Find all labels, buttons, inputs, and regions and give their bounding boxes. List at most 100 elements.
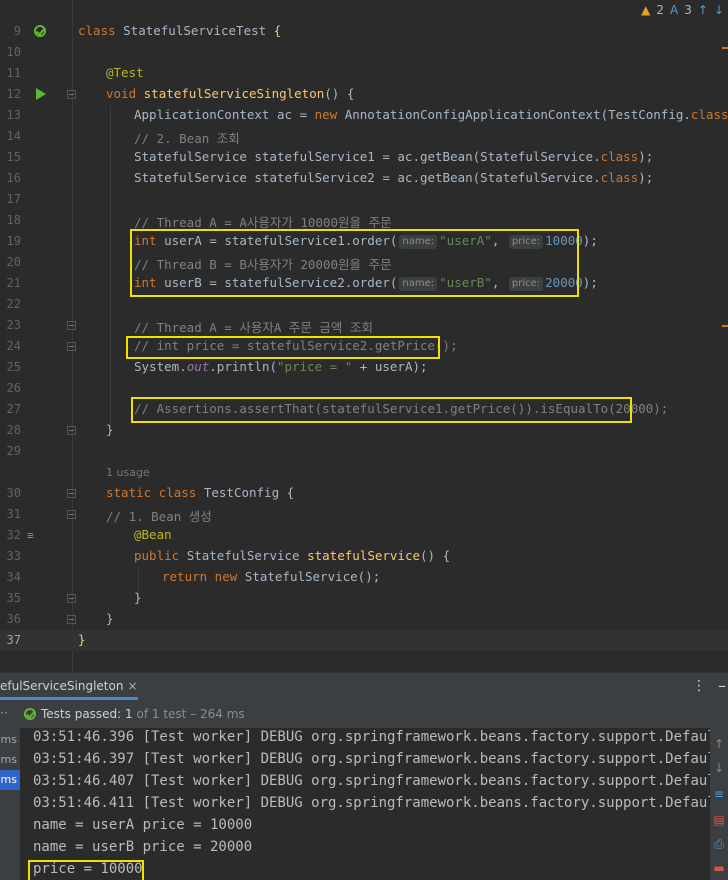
code-token: }	[106, 422, 114, 437]
code-line[interactable]: 33 public StatefulService statefulService…	[0, 546, 728, 567]
fold-icon[interactable]	[67, 594, 76, 603]
bean-gutter-icon[interactable]: ≡	[27, 529, 34, 542]
code-token: statefulServiceSingleton	[143, 86, 325, 101]
print-icon[interactable]: ⎙	[713, 838, 725, 850]
fold-icon[interactable]	[67, 489, 76, 498]
fold-icon[interactable]	[67, 90, 76, 99]
code-line[interactable]: 37}	[0, 630, 728, 651]
code-line[interactable]: 12 void statefulServiceSingleton() {	[0, 84, 728, 105]
test-tree[interactable]: ms ms ms	[0, 728, 20, 880]
code-token: static class	[106, 485, 204, 500]
tree-item-selected[interactable]: ms	[0, 770, 20, 790]
code-line[interactable]: 32 @Bean	[0, 525, 728, 546]
code-token: () {	[420, 548, 451, 563]
code-line[interactable]: 13 ApplicationContext ac = new Annotation…	[0, 105, 728, 126]
warning-icon[interactable]: ▲	[641, 3, 650, 17]
clear-icon[interactable]: ▬	[713, 862, 725, 874]
tree-item[interactable]: ms	[0, 750, 20, 770]
code-line[interactable]: 10	[0, 42, 728, 63]
line-number: 21	[6, 276, 21, 290]
console-output[interactable]: 03:51:46.396 [Test worker] DEBUG org.spr…	[20, 728, 710, 880]
code-token: return new	[162, 569, 245, 584]
more-options-icon[interactable]: ⋮	[692, 678, 706, 694]
code-token: out	[186, 359, 210, 374]
code-line[interactable]: 18 // Thread A = A사용자가 10000원을 주문	[0, 210, 728, 231]
code-line[interactable]: 31 // 1. Bean 생성	[0, 504, 728, 525]
scroll-to-end-icon[interactable]: ▤	[713, 814, 725, 826]
scroll-marker[interactable]	[722, 325, 728, 327]
code-text: StatefulService statefulService1 = ac.ge…	[134, 149, 653, 164]
code-token: // Thread A = 사용자A 주문 금액 조회	[134, 320, 373, 335]
console-line: 03:51:46.411 [Test worker] DEBUG org.spr…	[33, 795, 710, 811]
code-line[interactable]: 14 // 2. Bean 조회	[0, 126, 728, 147]
code-line[interactable]: 22	[0, 294, 728, 315]
run-test-icon[interactable]	[36, 88, 46, 100]
line-number: 26	[6, 381, 21, 395]
scroll-up-icon[interactable]: ↑	[713, 738, 725, 750]
close-icon[interactable]: ×	[127, 679, 137, 693]
code-line[interactable]: 30 static class TestConfig {	[0, 483, 728, 504]
console-line: 03:51:46.396 [Test worker] DEBUG org.spr…	[33, 729, 710, 745]
code-line[interactable]: 36}	[0, 609, 728, 630]
console-line: 03:51:46.397 [Test worker] DEBUG org.spr…	[33, 751, 710, 767]
test-status-bar: ·· Tests passed: 1 of 1 test – 264 ms	[0, 702, 728, 728]
code-text: // Thread A = 사용자A 주문 금액 조회	[134, 317, 373, 336]
tab-run-config[interactable]: efulServiceSingleton ×	[0, 679, 138, 700]
code-line[interactable]: 28}	[0, 420, 728, 441]
code-line[interactable]: 15 StatefulService statefulService1 = ac.…	[0, 147, 728, 168]
code-text: System.out.println("price = " + userA);	[134, 359, 428, 374]
line-number: 19	[6, 234, 21, 248]
code-token: void	[106, 86, 144, 101]
minimize-icon[interactable]: –	[718, 676, 726, 695]
tree-item[interactable]: ms	[0, 730, 20, 750]
status-prefix: Tests passed:	[41, 707, 126, 721]
line-number: 32	[6, 528, 21, 542]
line-number: 31	[6, 507, 21, 521]
code-token: System.	[134, 359, 187, 374]
usage-hint[interactable]: 1 usage	[106, 466, 150, 479]
prev-highlight-icon[interactable]: ↑	[698, 3, 708, 17]
test-passed-icon[interactable]	[34, 25, 46, 37]
fold-icon[interactable]	[67, 321, 76, 330]
next-highlight-icon[interactable]: ↓	[714, 3, 724, 17]
code-token: StatefulService();	[244, 569, 381, 584]
code-line[interactable]: 29	[0, 441, 728, 462]
code-editor[interactable]: 9 class StatefulServiceTest {10 11 @Test 12 v…	[0, 0, 728, 672]
scroll-marker[interactable]	[722, 47, 728, 49]
fold-icon[interactable]	[67, 510, 76, 519]
fold-icon[interactable]	[67, 426, 76, 435]
code-line[interactable]: 9 class StatefulServiceTest {	[0, 21, 728, 42]
tab-run-config-label: efulServiceSingleton	[0, 679, 124, 693]
code-token: statefulService	[307, 548, 420, 563]
code-line[interactable]: 25 System.out.println("price = " + userA)…	[0, 357, 728, 378]
line-number: 37	[6, 633, 21, 647]
code-line[interactable]: 17	[0, 189, 728, 210]
code-token: AnnotationConfigApplicationContext(TestC…	[344, 107, 691, 122]
more-icon[interactable]: ··	[0, 706, 8, 720]
fold-icon[interactable]	[67, 342, 76, 351]
line-number: 30	[6, 486, 21, 500]
line-number: 18	[6, 213, 21, 227]
code-token: }	[106, 611, 114, 626]
code-line[interactable]: 16 StatefulService statefulService2 = ac.…	[0, 168, 728, 189]
code-line[interactable]: 26	[0, 378, 728, 399]
code-text: }	[106, 422, 114, 437]
code-token: class	[78, 23, 124, 38]
code-line[interactable]: 34 return new StatefulService();	[0, 567, 728, 588]
inspection-widget[interactable]: ▲ 2 A 3 ↑ ↓	[641, 0, 728, 20]
test-status-text: Tests passed: 1 of 1 test – 264 ms	[41, 707, 245, 721]
soft-wrap-icon[interactable]: ≡	[713, 788, 725, 800]
fold-icon[interactable]	[67, 615, 76, 624]
typo-count: 3	[684, 3, 692, 17]
highlight-box-price	[126, 336, 440, 359]
scroll-down-icon[interactable]: ↓	[713, 762, 725, 774]
code-line[interactable]: 35}	[0, 588, 728, 609]
line-number: 12	[6, 87, 21, 101]
code-line[interactable]: 23 // Thread A = 사용자A 주문 금액 조회	[0, 315, 728, 336]
line-number: 27	[6, 402, 21, 416]
line-number: 16	[6, 171, 21, 185]
code-text: public StatefulService statefulService()…	[134, 548, 450, 563]
code-token: @Test	[106, 65, 144, 80]
code-line[interactable]: 11 @Test	[0, 63, 728, 84]
typo-icon[interactable]: A	[670, 3, 678, 17]
